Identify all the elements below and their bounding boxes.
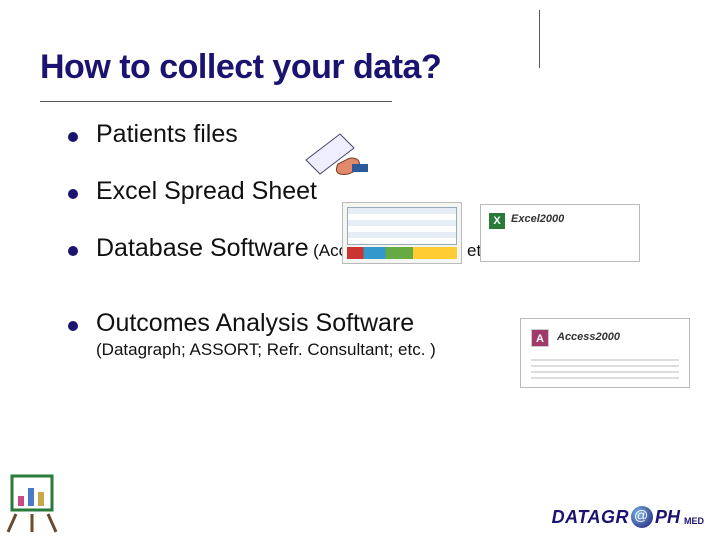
thumbnail-label: Excel2000 bbox=[511, 213, 564, 225]
thumbnail-label: Access2000 bbox=[557, 331, 620, 343]
bullet-icon bbox=[68, 321, 78, 331]
decorative-lines bbox=[531, 359, 679, 379]
thumbnail-access-box: A Access2000 bbox=[520, 318, 690, 388]
logo-text-part2: PH bbox=[655, 507, 680, 528]
clipart-hand-paper-icon bbox=[300, 130, 370, 182]
bullet-icon bbox=[68, 132, 78, 142]
access-icon: A bbox=[531, 329, 549, 347]
bullet-text: Patients files bbox=[96, 120, 238, 148]
clipart-chart-easel-icon bbox=[6, 470, 62, 534]
logo-globe-icon bbox=[631, 506, 653, 528]
bullet-text: Database Software bbox=[96, 234, 309, 262]
bullet-text: Excel Spread Sheet bbox=[96, 177, 317, 205]
logo-subtext: MED bbox=[684, 516, 704, 528]
title-area: How to collect your data? bbox=[0, 0, 720, 110]
bullet-icon bbox=[68, 246, 78, 256]
datagraph-med-logo: DATAGR PH MED bbox=[552, 506, 704, 528]
excel-icon: X bbox=[489, 213, 505, 229]
thumbnail-excel-box: X Excel2000 bbox=[480, 204, 640, 262]
thumbnail-excel-screenshot bbox=[342, 202, 462, 264]
title-underline bbox=[40, 101, 392, 102]
slide-title: How to collect your data? bbox=[40, 48, 680, 87]
bullet-text: Outcomes Analysis Software bbox=[96, 309, 414, 337]
title-vertical-rule bbox=[539, 10, 540, 68]
logo-text-part1: DATAGR bbox=[552, 507, 629, 528]
bullet-icon bbox=[68, 189, 78, 199]
bullet-item: Patients files bbox=[68, 120, 680, 149]
